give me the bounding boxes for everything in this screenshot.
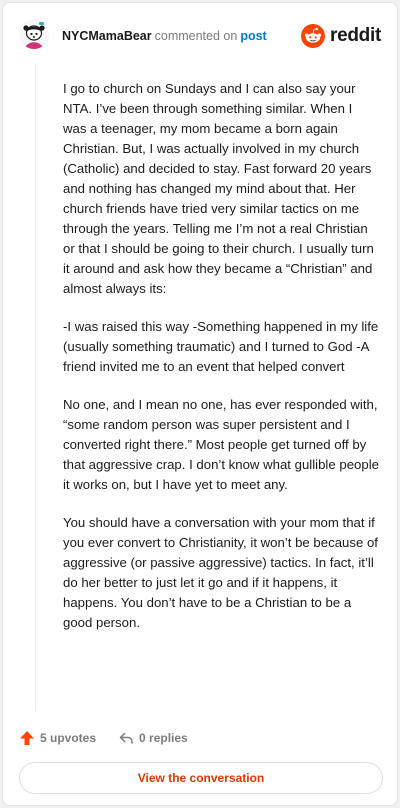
thread-line (35, 63, 36, 711)
view-conversation-button[interactable]: View the conversation (19, 762, 383, 794)
reddit-brand[interactable]: reddit (301, 24, 381, 48)
avatar[interactable] (19, 19, 49, 49)
comment-paragraph: No one, and I mean no one, has ever resp… (63, 397, 379, 492)
reply-arrow-icon (119, 732, 133, 744)
reply-count: 0 replies (139, 731, 188, 745)
byline: NYCMamaBear commented on post (62, 29, 267, 43)
reply-button[interactable]: 0 replies (118, 730, 188, 746)
reddit-wordmark: reddit (330, 25, 381, 46)
upvote-button[interactable]: 5 upvotes (19, 730, 96, 746)
upvote-arrow-icon (20, 731, 34, 745)
username[interactable]: NYCMamaBear (62, 29, 152, 43)
comment-paragraph: I go to church on Sundays and I can also… (63, 81, 374, 296)
comment-actions: 5 upvotes 0 replies (19, 727, 188, 749)
commented-on-text: commented on (154, 29, 238, 43)
upvote-count: 5 upvotes (40, 731, 97, 745)
comment-card: NYCMamaBear commented on post reddit I go … (2, 2, 398, 806)
comment-paragraph: You should have a conversation with your… (63, 515, 378, 630)
comment-paragraph: -I was raised this way -Something happen… (63, 319, 379, 374)
comment-header: NYCMamaBear commented on post reddit (3, 3, 397, 63)
avatar-image (19, 19, 49, 49)
post-link[interactable]: post (240, 29, 266, 43)
reddit-logo-icon (301, 24, 326, 48)
comment-body: I go to church on Sundays and I can also… (63, 79, 379, 651)
